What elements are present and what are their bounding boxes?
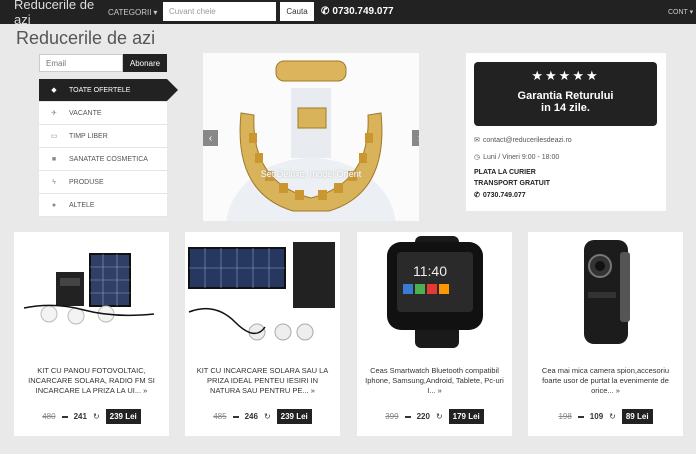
product-image: 11:40 [357,232,512,352]
ticket-icon: ▭ [50,133,58,140]
truck-icon: ■ [51,155,57,163]
menu-item-vacations[interactable]: ✈ VACANTE [39,102,167,125]
product-card[interactable]: Cea mai mica camera spion,accesoriu foar… [528,232,683,436]
slider-prev-button[interactable]: ‹ [203,130,218,146]
subscribe-button[interactable]: Abonare [123,54,167,72]
old-price: 198 [558,412,572,421]
refresh-icon: ↻ [92,412,100,421]
top-navbar: Reducerile de azi CATEGORII▾ Cauta ✆0730… [0,0,696,27]
return-guarantee-box: ★★★★★ Garantia Returului in 14 zile. [474,62,657,126]
courier-payment: PLATA LA CURIER [474,169,536,176]
old-price: 485 [213,412,227,421]
menu-item-label: SANATATE COSMETICA [69,155,148,163]
search-input[interactable] [163,2,276,21]
refresh-icon: ↻ [609,412,616,421]
product-title[interactable]: Ceas Smartwatch Bluetooth compatibil Iph… [365,366,504,396]
sold-count: 246 [244,412,258,421]
tag-icon: ◆ [51,87,57,94]
minus-icon [232,415,239,418]
sold-count: 220 [416,412,430,421]
menu-item-label: TIMP LIBER [69,132,108,140]
product-title[interactable]: KIT CU PANOU FOTOVOLTAIC, INCARCARE SOLA… [22,366,161,396]
refresh-icon: ↻ [435,412,443,421]
product-image [185,232,340,352]
menu-item-label: VACANTE [69,109,102,117]
product-image [528,232,683,352]
phone-icon: ✆ [474,192,480,199]
five-stars-icon: ★★★★★ [531,68,600,83]
product-card[interactable]: 11:40 Ceas Smartwatch Bluetooth compatib… [357,232,512,436]
menu-item-label: PRODUSE [69,178,104,186]
menu-item-all-offers[interactable]: ◆ TOATE OFERTELE [39,79,178,102]
account-label: CONT [668,9,688,16]
sold-count: 109 [589,412,604,421]
clock-icon: ◷ [474,154,481,161]
image-slider[interactable]: ‹ › Set Deluxe, model Orient [203,53,419,221]
contact-email-text: contact@reducerilesdeazi.ro [482,136,572,144]
working-hours-text: Luni / Vineri 9:00 - 18:00 [483,153,560,161]
categories-dropdown[interactable]: CATEGORII ▾ [108,8,160,17]
menu-item-label: ALTELE [69,201,95,209]
menu-item-others[interactable]: ● ALTELE [39,194,167,217]
slider-next-button[interactable]: › [412,130,419,146]
minus-icon [404,415,411,418]
guarantee-line2: in 14 zile. [541,102,590,114]
price-row: 198 109 ↻ 89 Lei [528,409,683,424]
circle-icon: ● [51,201,57,209]
page-title: Reducerile de azi [16,28,156,48]
contact-phone[interactable]: ✆ 0730.749.077 [474,191,526,200]
sold-count: 241 [73,412,87,421]
menu-item-leisure[interactable]: ▭ TIMP LIBER [39,125,167,148]
phone-number: 0730.749.077 [332,6,394,17]
price-badge[interactable]: 239 Lei [105,409,141,424]
guarantee-line1: Garantia Returului [517,90,614,102]
brand-logo[interactable]: Reducerile de azi [14,0,108,27]
phone-link[interactable]: ✆ 0730.749.077 [321,6,394,17]
search-button[interactable]: Cauta [280,2,314,21]
info-panel: ★★★★★ Garantia Returului in 14 zile. ✉ con… [466,53,666,211]
jewelry-image [203,53,419,221]
price-badge[interactable]: 179 Lei [448,409,484,424]
working-hours: ◷ Luni / Vineri 9:00 - 18:00 [474,153,560,162]
caret-down-icon: ▾ [153,7,158,17]
menu-item-products[interactable]: ϟ PRODUSE [39,171,167,194]
menu-item-health[interactable]: ■ SANATATE COSMETICA [39,148,167,171]
bolt-icon: ϟ [52,178,56,186]
contact-email[interactable]: ✉ contact@reducerilesdeazi.ro [474,136,572,145]
minus-icon [61,415,68,418]
categories-label: CATEGORII [108,7,152,17]
plane-icon: ✈ [51,110,57,117]
envelope-icon: ✉ [474,137,480,144]
slider-caption: Set Deluxe, model Orient [260,169,362,179]
old-price: 480 [42,412,56,421]
account-dropdown[interactable]: CONT ▾ [668,8,693,16]
product-title[interactable]: KIT CU INCARCARE SOLARA SAU LA PRIZA IDE… [193,366,332,396]
minus-icon [577,415,584,418]
price-badge[interactable]: 89 Lei [621,409,653,424]
product-image [14,232,169,352]
menu-item-label: TOATE OFERTELE [69,86,131,94]
product-title[interactable]: Cea mai mica camera spion,accesoriu foar… [536,366,675,396]
refresh-icon: ↻ [263,412,271,421]
price-row: 480 241 ↻ 239 Lei [14,409,169,424]
newsletter-email-input[interactable] [39,54,123,72]
product-card[interactable]: KIT CU INCARCARE SOLARA SAU LA PRIZA IDE… [185,232,340,436]
price-badge[interactable]: 239 Lei [276,409,312,424]
svg-text:11:40: 11:40 [413,263,447,279]
free-transport: TRANSPORT GRATUIT [474,180,551,187]
price-row: 399 220 ↻ 179 Lei [357,409,512,424]
category-menu: ◆ TOATE OFERTELE ✈ VACANTE ▭ TIMP LIBER ■ SA… [39,79,178,217]
contact-phone-text: 0730.749.077 [482,191,526,199]
product-card[interactable]: KIT CU PANOU FOTOVOLTAIC, INCARCARE SOLA… [14,232,169,436]
phone-icon: ✆ [321,6,330,17]
old-price: 399 [385,412,399,421]
price-row: 485 246 ↻ 239 Lei [185,409,340,424]
